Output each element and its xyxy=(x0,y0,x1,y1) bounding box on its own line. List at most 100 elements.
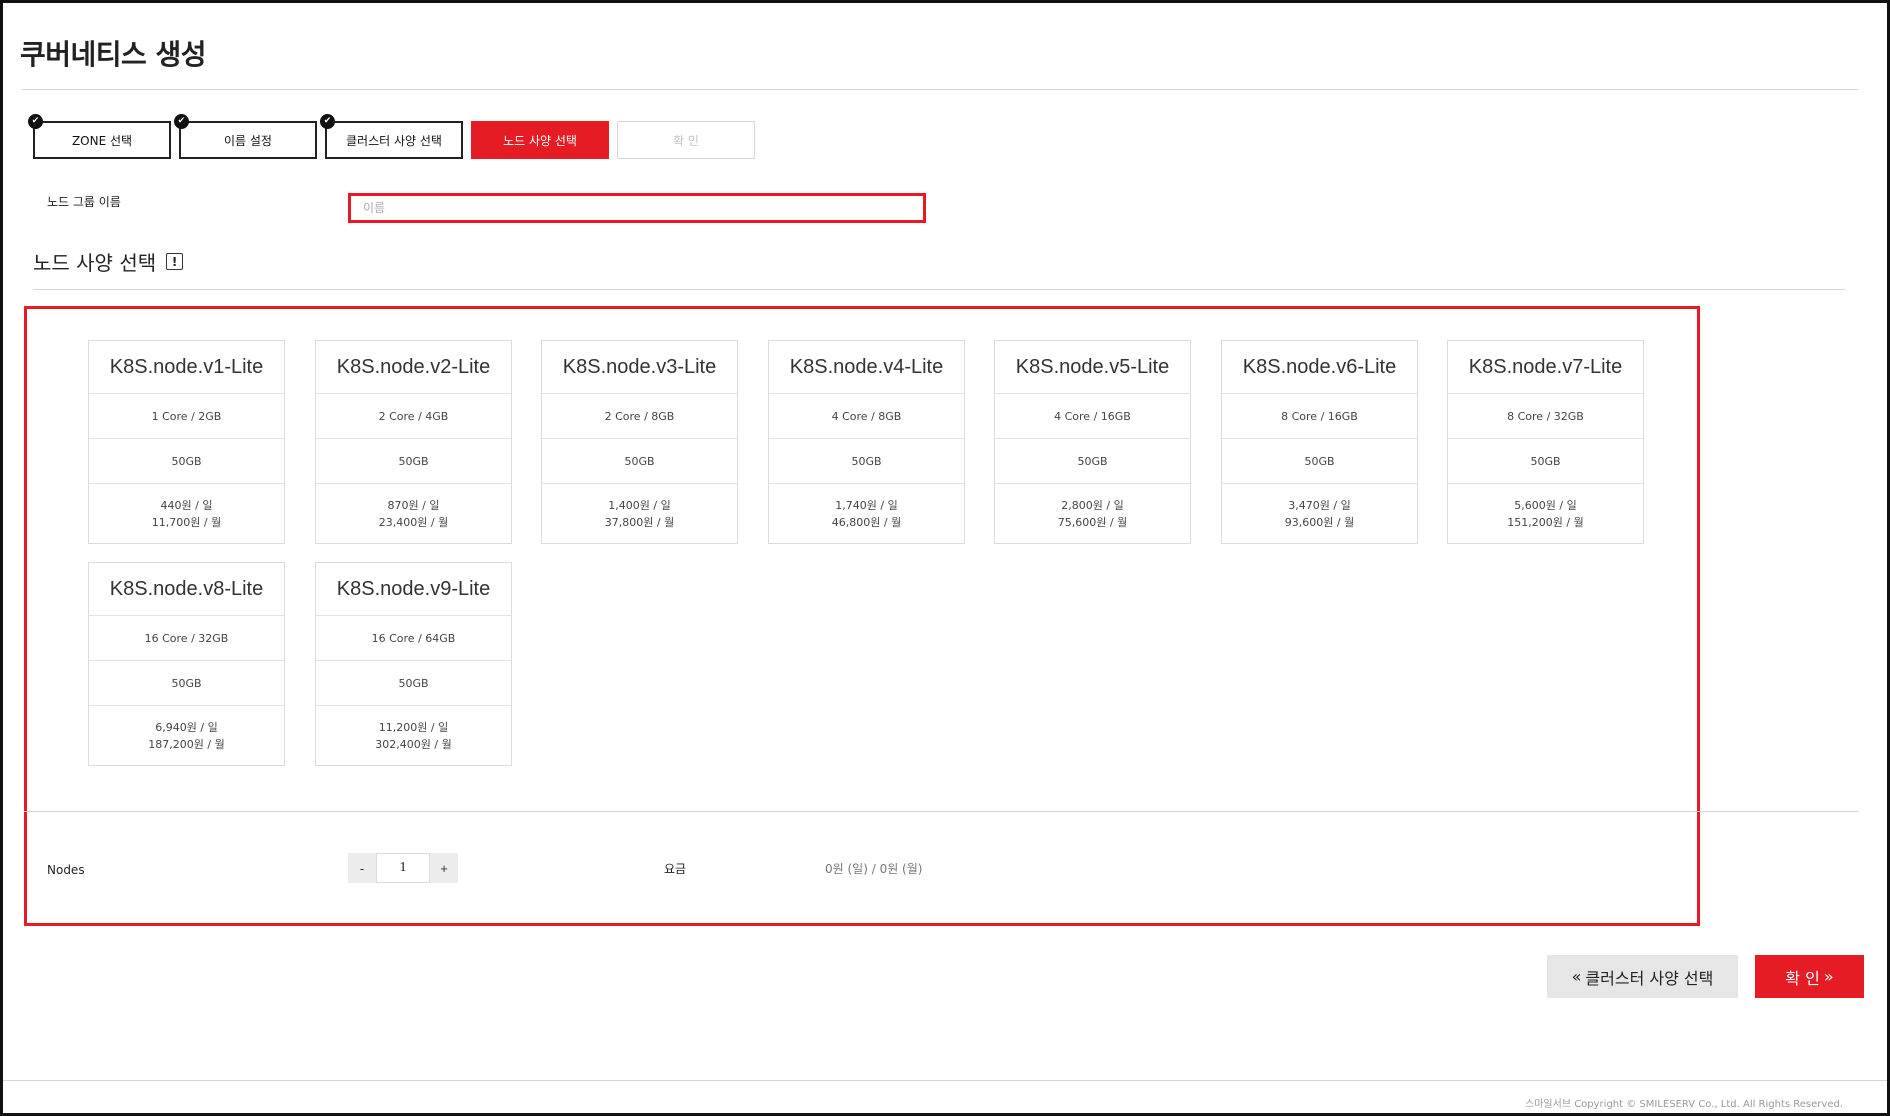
step-node-spec[interactable]: 노드 사양 선택 xyxy=(471,121,609,159)
spec-disk: 50GB xyxy=(995,439,1190,484)
spec-price-daily: 1,400원 / 일 xyxy=(608,498,671,512)
step-cluster-spec[interactable]: ✔ 클러스터 사양 선택 xyxy=(320,114,463,159)
footer-divider xyxy=(3,1080,1887,1081)
section-title-text: 노드 사양 선택 xyxy=(33,251,157,275)
spec-card[interactable]: K8S.node.v4-Lite 4 Core / 8GB 50GB 1,740원 /… xyxy=(768,340,965,544)
spec-cpu-memory: 2 Core / 8GB xyxy=(542,394,737,439)
spec-cpu-memory: 4 Core / 16GB xyxy=(995,394,1190,439)
confirm-label: 확 인 xyxy=(1785,968,1820,988)
info-icon[interactable]: ! xyxy=(166,253,184,270)
step-zone[interactable]: ✔ ZONE 선택 xyxy=(28,114,171,159)
spec-price-daily: 2,800원 / 일 xyxy=(1061,498,1124,512)
step-confirm: 확 인 xyxy=(617,121,755,159)
spec-cpu-memory: 8 Core / 16GB xyxy=(1222,394,1417,439)
spec-name: K8S.node.v2-Lite xyxy=(316,341,511,394)
spec-price-daily: 6,940원 / 일 xyxy=(155,720,218,734)
spec-name: K8S.node.v5-Lite xyxy=(995,341,1190,394)
prev-step-label: 클러스터 사양 선택 xyxy=(1585,968,1714,988)
nodes-divider xyxy=(24,811,1858,812)
spec-cpu-memory: 8 Core / 32GB xyxy=(1448,394,1643,439)
window-frame: 쿠버네티스 생성 ✔ ZONE 선택 ✔ 이름 설정 ✔ 클러스터 사양 선택 … xyxy=(0,0,1890,1116)
spec-card[interactable]: K8S.node.v8-Lite 16 Core / 32GB 50GB 6,940원… xyxy=(88,562,285,766)
spec-cpu-memory: 2 Core / 4GB xyxy=(316,394,511,439)
title-divider xyxy=(22,89,1858,90)
spec-price-monthly: 23,400원 / 월 xyxy=(378,515,449,529)
spec-name: K8S.node.v3-Lite xyxy=(542,341,737,394)
spec-price: 440원 / 일 11,700원 / 월 xyxy=(89,484,284,543)
spec-price-monthly: 75,600원 / 월 xyxy=(1057,515,1128,529)
spec-disk: 50GB xyxy=(1222,439,1417,484)
spec-name: K8S.node.v7-Lite xyxy=(1448,341,1643,394)
spec-price-monthly: 302,400원 / 월 xyxy=(375,737,452,751)
spec-disk: 50GB xyxy=(89,661,284,706)
spec-card[interactable]: K8S.node.v1-Lite 1 Core / 2GB 50GB 440원 / 일… xyxy=(88,340,285,544)
spec-name: K8S.node.v6-Lite xyxy=(1222,341,1417,394)
spec-price-monthly: 37,800원 / 월 xyxy=(604,515,675,529)
fee-value: 0원 (일) / 0원 (월) xyxy=(825,862,923,876)
spec-price: 11,200원 / 일 302,400원 / 월 xyxy=(316,706,511,765)
spec-price-monthly: 11,700원 / 월 xyxy=(151,515,222,529)
step-label: 클러스터 사양 선택 xyxy=(346,133,442,148)
double-chevron-left-icon: « xyxy=(1571,967,1582,986)
spec-price: 1,400원 / 일 37,800원 / 월 xyxy=(542,484,737,543)
spec-price-daily: 870원 / 일 xyxy=(387,498,440,512)
check-icon: ✔ xyxy=(28,114,43,129)
node-spec-section-title: 노드 사양 선택 ! xyxy=(33,247,184,276)
spec-disk: 50GB xyxy=(769,439,964,484)
spec-cpu-memory: 4 Core / 8GB xyxy=(769,394,964,439)
spec-price: 870원 / 일 23,400원 / 월 xyxy=(316,484,511,543)
spec-price: 6,940원 / 일 187,200원 / 월 xyxy=(89,706,284,765)
spec-price-monthly: 46,800원 / 월 xyxy=(831,515,902,529)
spec-price: 3,470원 / 일 93,600원 / 월 xyxy=(1222,484,1417,543)
confirm-button[interactable]: 확 인 » xyxy=(1755,955,1864,998)
step-label: 확 인 xyxy=(673,133,699,148)
step-label: 이름 설정 xyxy=(224,133,272,148)
spec-card[interactable]: K8S.node.v7-Lite 8 Core / 32GB 50GB 5,600원 … xyxy=(1447,340,1644,544)
spec-name: K8S.node.v1-Lite xyxy=(89,341,284,394)
fee-label: 요금 xyxy=(664,862,687,876)
spec-cpu-memory: 16 Core / 32GB xyxy=(89,616,284,661)
spec-price-monthly: 187,200원 / 월 xyxy=(148,737,225,751)
spec-card[interactable]: K8S.node.v3-Lite 2 Core / 8GB 50GB 1,400원 /… xyxy=(541,340,738,544)
spec-price: 5,600원 / 일 151,200원 / 월 xyxy=(1448,484,1643,543)
node-group-name-input[interactable] xyxy=(348,193,926,223)
spec-cpu-memory: 1 Core / 2GB xyxy=(89,394,284,439)
spec-card[interactable]: K8S.node.v5-Lite 4 Core / 16GB 50GB 2,800원 … xyxy=(994,340,1191,544)
spec-disk: 50GB xyxy=(1448,439,1643,484)
spec-price: 1,740원 / 일 46,800원 / 월 xyxy=(769,484,964,543)
spec-disk: 50GB xyxy=(316,661,511,706)
spec-price: 2,800원 / 일 75,600원 / 월 xyxy=(995,484,1190,543)
spec-disk: 50GB xyxy=(542,439,737,484)
spec-disk: 50GB xyxy=(316,439,511,484)
check-icon: ✔ xyxy=(320,114,335,129)
spec-price-monthly: 151,200원 / 월 xyxy=(1507,515,1584,529)
spec-price-daily: 3,470원 / 일 xyxy=(1288,498,1351,512)
prev-step-button[interactable]: « 클러스터 사양 선택 xyxy=(1547,955,1738,998)
section-divider xyxy=(33,289,1845,290)
footer-copyright: 스마일서브 Copyright © SMILESERV Co., Ltd. Al… xyxy=(1525,1099,1843,1110)
spec-disk: 50GB xyxy=(89,439,284,484)
spec-price-daily: 5,600원 / 일 xyxy=(1514,498,1577,512)
step-name[interactable]: ✔ 이름 설정 xyxy=(174,114,317,159)
spec-card[interactable]: K8S.node.v9-Lite 16 Core / 64GB 50GB 11,200… xyxy=(315,562,512,766)
nodes-count-input[interactable] xyxy=(376,853,430,883)
decrement-button[interactable]: - xyxy=(348,853,376,883)
page-title: 쿠버네티스 생성 xyxy=(20,38,207,71)
spec-price-daily: 11,200원 / 일 xyxy=(378,720,449,734)
node-group-name-label: 노드 그룹 이름 xyxy=(47,195,121,209)
spec-name: K8S.node.v8-Lite xyxy=(89,563,284,616)
spec-price-monthly: 93,600원 / 월 xyxy=(1284,515,1355,529)
step-label: ZONE 선택 xyxy=(71,133,133,148)
spec-price-daily: 1,740원 / 일 xyxy=(835,498,898,512)
spec-price-daily: 440원 / 일 xyxy=(160,498,213,512)
nodes-stepper: - + xyxy=(348,853,458,883)
step-label: 노드 사양 선택 xyxy=(503,133,577,148)
spec-name: K8S.node.v4-Lite xyxy=(769,341,964,394)
double-chevron-right-icon: » xyxy=(1823,967,1834,986)
increment-button[interactable]: + xyxy=(430,853,458,883)
spec-cpu-memory: 16 Core / 64GB xyxy=(316,616,511,661)
spec-card[interactable]: K8S.node.v2-Lite 2 Core / 4GB 50GB 870원 / 일… xyxy=(315,340,512,544)
spec-card[interactable]: K8S.node.v6-Lite 8 Core / 16GB 50GB 3,470원 … xyxy=(1221,340,1418,544)
nodes-label: Nodes xyxy=(47,863,85,877)
check-icon: ✔ xyxy=(174,114,189,129)
